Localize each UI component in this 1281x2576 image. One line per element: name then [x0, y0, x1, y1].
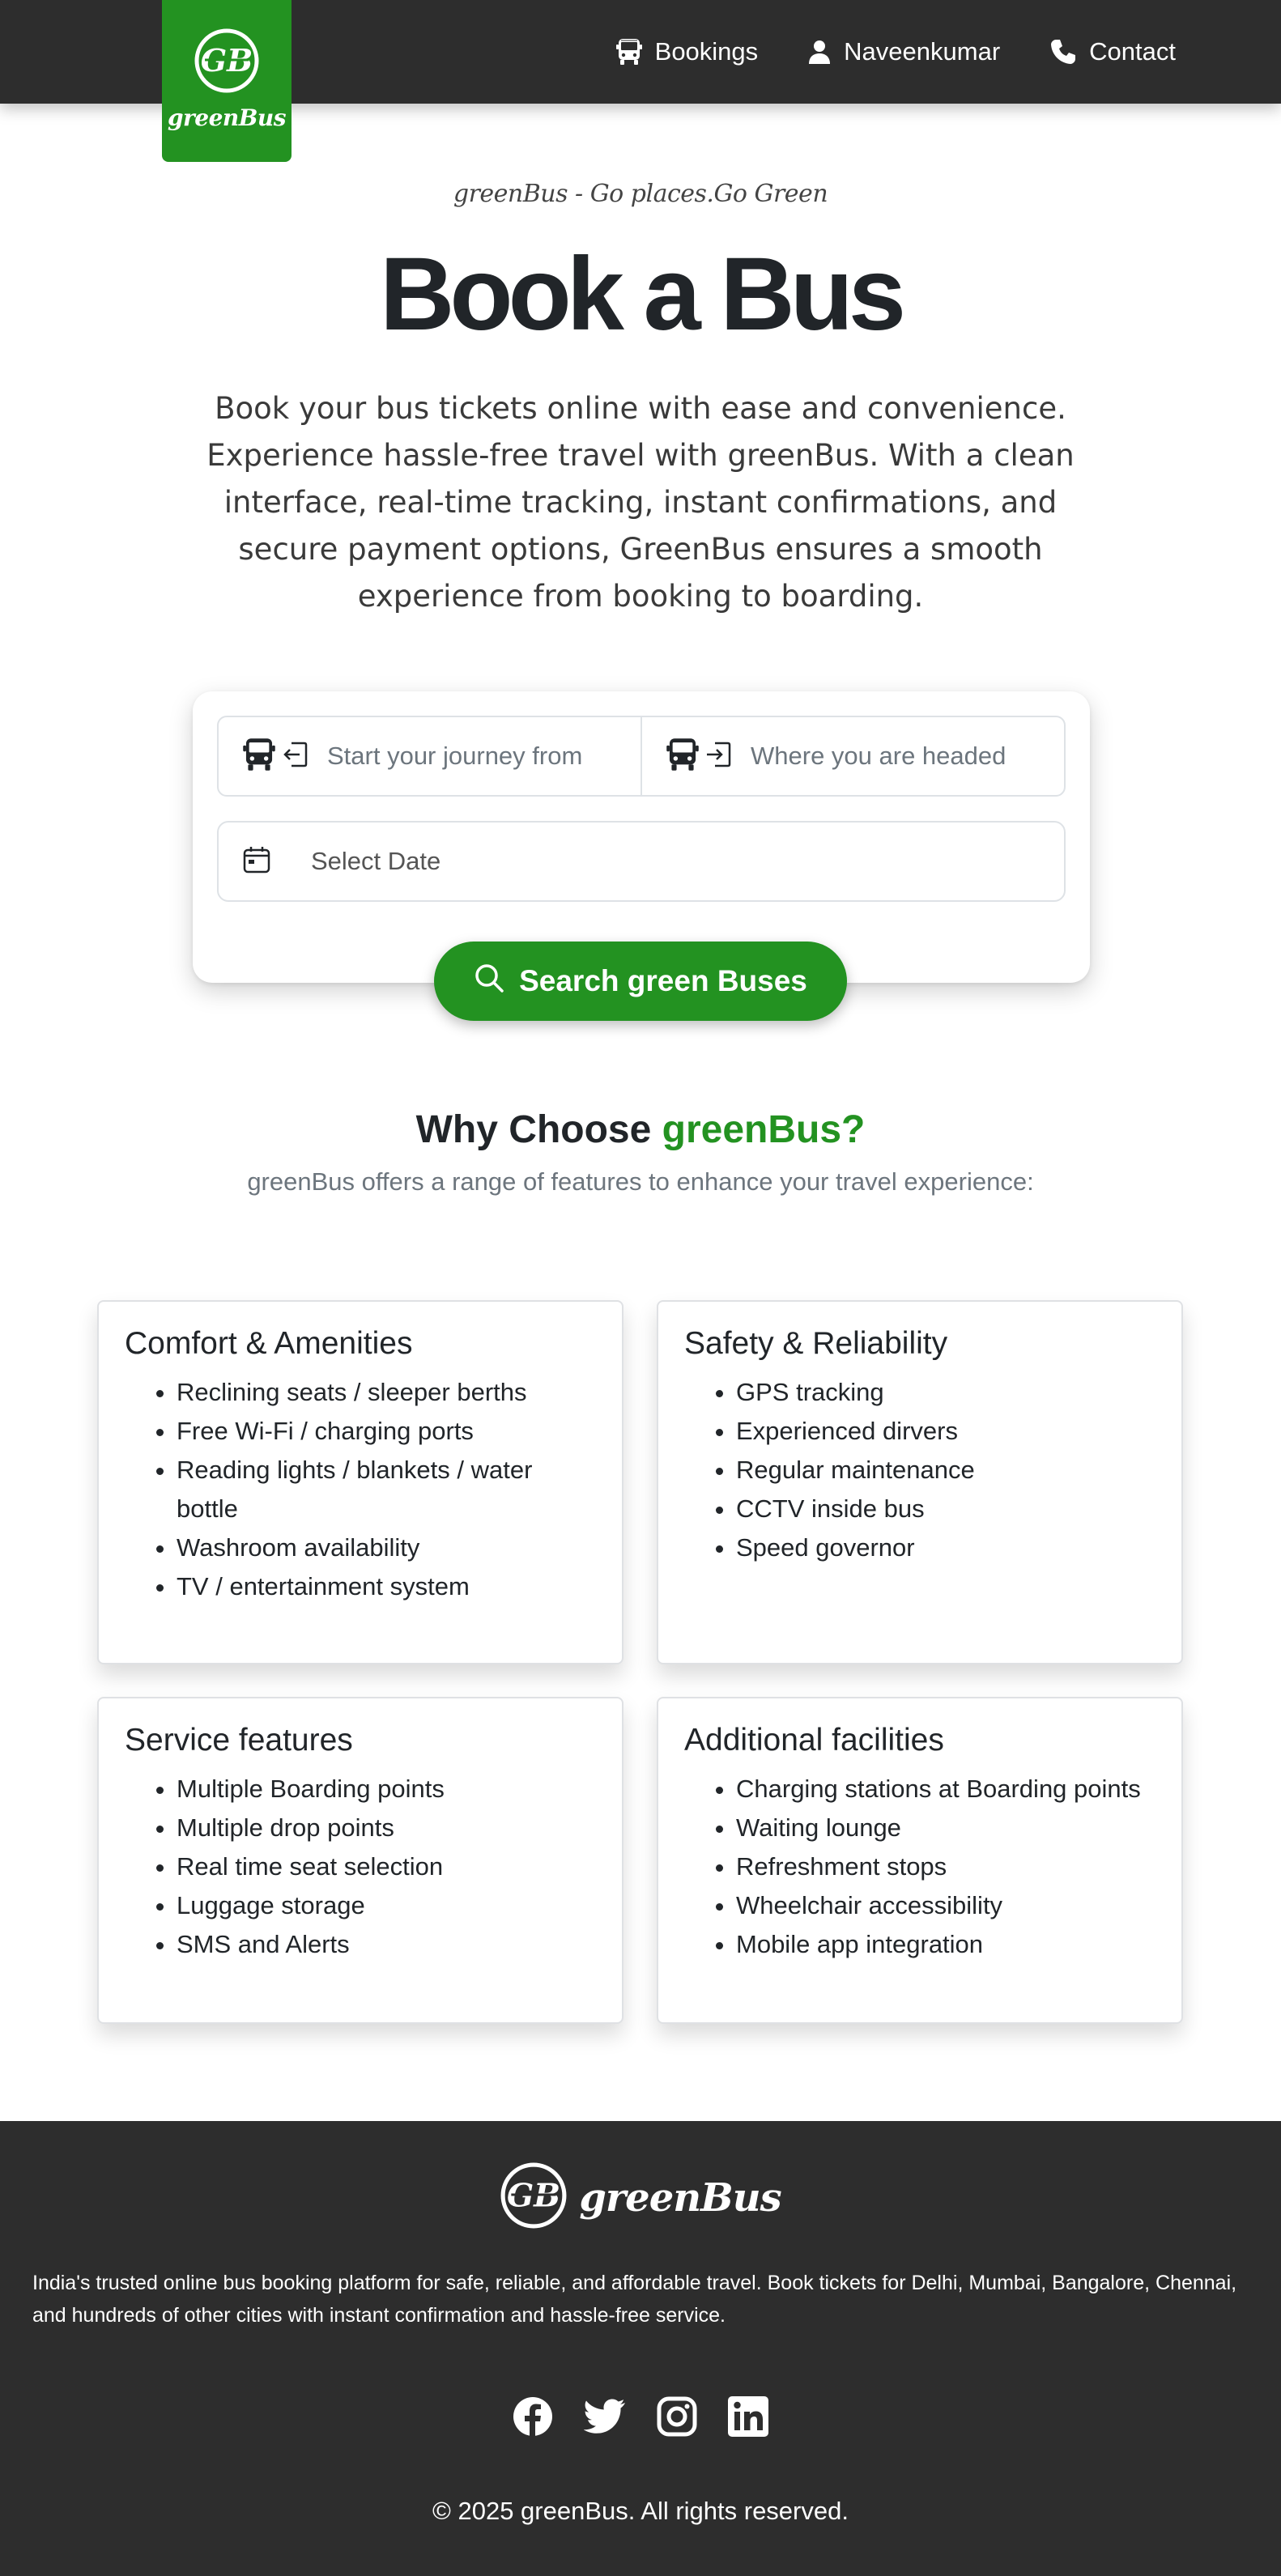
- feature-item: TV / entertainment system: [177, 1567, 596, 1606]
- feature-item: Waiting lounge: [736, 1809, 1155, 1847]
- feature-item: Refreshment stops: [736, 1847, 1155, 1886]
- brand-logo[interactable]: GB greenBus: [162, 0, 292, 162]
- to-input[interactable]: Where you are headed: [751, 742, 1006, 771]
- feature-item: Wheelchair accessibility: [736, 1886, 1155, 1925]
- brand-name: greenBus: [167, 104, 287, 131]
- feature-item: Washroom availability: [177, 1528, 596, 1567]
- feature-card-title: Additional facilities: [684, 1723, 944, 1758]
- feature-item: CCTV inside bus: [736, 1490, 1155, 1528]
- nav-profile-label: Naveenkumar: [844, 37, 1001, 66]
- search-buses-button[interactable]: Search green Buses: [434, 942, 847, 1021]
- nav-bookings-label: Bookings: [654, 37, 759, 66]
- date-field[interactable]: Select Date: [217, 821, 1066, 902]
- nav-contact-label: Contact: [1089, 37, 1176, 66]
- feature-card-title: Service features: [125, 1723, 353, 1758]
- feature-list: Multiple Boarding points Multiple drop p…: [125, 1770, 596, 1964]
- feature-item: Speed governor: [736, 1528, 1155, 1567]
- nav-bookings-link[interactable]: Bookings: [615, 37, 759, 66]
- feature-list: Reclining seats / sleeper berths Free Wi…: [125, 1373, 596, 1606]
- feature-card-title: Comfort & Amenities: [125, 1326, 413, 1361]
- page-title: Book a Bus: [379, 236, 906, 352]
- feature-item: Reclining seats / sleeper berths: [177, 1373, 596, 1412]
- feature-list: GPS tracking Experienced dirvers Regular…: [684, 1373, 1155, 1567]
- departure-icon: [280, 740, 309, 773]
- calendar-icon: [243, 846, 270, 878]
- why-title-accent: greenBus?: [662, 1108, 866, 1151]
- footer-brand-name: greenBus: [579, 2174, 781, 2221]
- phone-icon: [1050, 39, 1076, 65]
- brand-emblem-icon: GB: [500, 2162, 568, 2234]
- linkedin-icon[interactable]: [728, 2396, 768, 2441]
- copyright: © 2025 greenBus. All rights reserved.: [432, 2497, 849, 2525]
- nav-contact-link[interactable]: Contact: [1050, 37, 1176, 66]
- footer-description: India's trusted online bus booking platf…: [32, 2272, 1237, 2327]
- feature-card-comfort: Comfort & Amenities Reclining seats / sl…: [97, 1300, 623, 1664]
- feature-item: Real time seat selection: [177, 1847, 596, 1886]
- arrival-icon: [704, 740, 733, 773]
- feature-item: Experienced dirvers: [736, 1412, 1155, 1451]
- feature-item: Reading lights / blankets / water bottle: [177, 1451, 596, 1528]
- tagline: greenBus - Go places.Go Green: [453, 180, 828, 208]
- feature-card-safety: Safety & Reliability GPS tracking Experi…: [657, 1300, 1183, 1664]
- facebook-icon[interactable]: [513, 2396, 553, 2441]
- social-links: [0, 2396, 1281, 2441]
- why-choose-title: Why Choose greenBus?: [0, 1107, 1281, 1152]
- feature-card-service: Service features Multiple Boarding point…: [97, 1697, 623, 2024]
- feature-item: Free Wi-Fi / charging ports: [177, 1412, 596, 1451]
- feature-item: Luggage storage: [177, 1886, 596, 1925]
- to-field[interactable]: Where you are headed: [640, 717, 1064, 795]
- bus-icon: [243, 738, 275, 776]
- twitter-icon[interactable]: [583, 2396, 626, 2441]
- brand-emblem-icon: GB: [194, 28, 260, 98]
- why-choose-subtitle: greenBus offers a range of features to e…: [247, 1167, 1034, 1196]
- feature-item: Charging stations at Boarding points: [736, 1770, 1155, 1809]
- footer-logo[interactable]: GB greenBus: [0, 2162, 1281, 2234]
- search-card: Start your journey from Where you are he…: [193, 691, 1090, 983]
- route-input-group: Start your journey from Where you are he…: [217, 716, 1066, 797]
- feature-item: Multiple Boarding points: [177, 1770, 596, 1809]
- feature-item: GPS tracking: [736, 1373, 1155, 1412]
- nav-profile-link[interactable]: Naveenkumar: [808, 37, 1000, 66]
- search-buses-label: Search green Buses: [519, 964, 807, 997]
- footer: GB greenBus India's trusted online bus b…: [0, 2121, 1281, 2576]
- from-field[interactable]: Start your journey from: [219, 717, 640, 795]
- feature-item: SMS and Alerts: [177, 1925, 596, 1964]
- instagram-icon[interactable]: [657, 2396, 697, 2441]
- feature-card-additional: Additional facilities Charging stations …: [657, 1697, 1183, 2024]
- feature-item: Mobile app integration: [736, 1925, 1155, 1964]
- search-icon: [474, 963, 504, 1001]
- user-icon: [808, 40, 831, 64]
- feature-item: Multiple drop points: [177, 1809, 596, 1847]
- nav-links: Bookings Naveenkumar Contact: [615, 0, 1176, 104]
- bus-icon: [666, 738, 699, 776]
- date-input[interactable]: Select Date: [311, 847, 440, 876]
- feature-item: Regular maintenance: [736, 1451, 1155, 1490]
- from-input[interactable]: Start your journey from: [327, 742, 582, 771]
- feature-list: Charging stations at Boarding points Wai…: [684, 1770, 1155, 1964]
- bus-icon: [615, 38, 642, 66]
- hero-description: Book your bus tickets online with ease a…: [206, 391, 1075, 614]
- feature-card-title: Safety & Reliability: [684, 1326, 948, 1361]
- why-title-prefix: Why Choose: [415, 1108, 662, 1151]
